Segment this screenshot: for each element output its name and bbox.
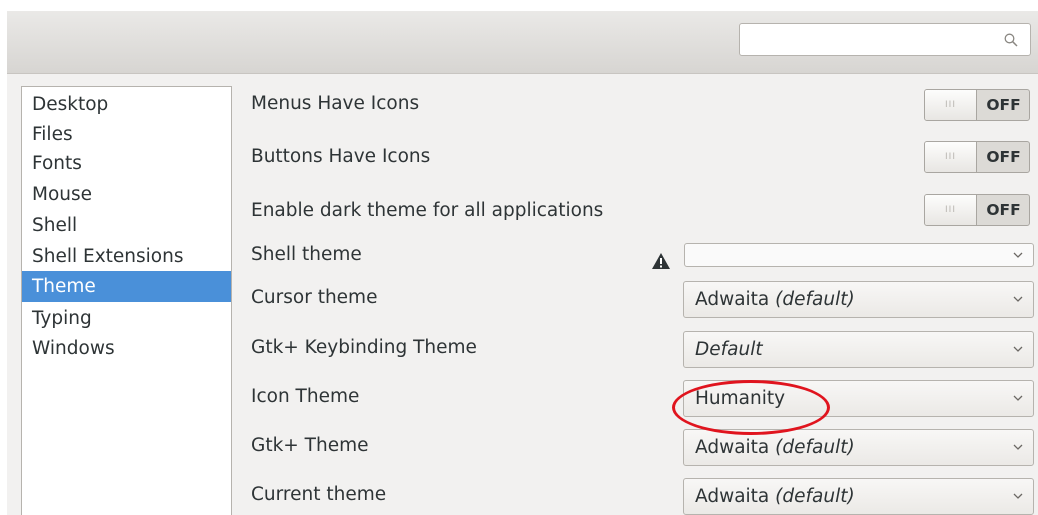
switch-state: OFF — [986, 96, 1021, 114]
icon-theme-label: Icon Theme — [251, 386, 360, 407]
header-bar — [7, 11, 1038, 74]
sidebar-item-shell-extensions[interactable]: Shell Extensions — [22, 241, 231, 272]
combo-value: Adwaita (default) — [695, 486, 855, 507]
combo-value: Default — [695, 339, 763, 360]
shell-theme-combo[interactable] — [684, 243, 1034, 267]
chevron-down-icon — [1013, 395, 1023, 401]
search-input[interactable] — [739, 23, 1031, 56]
shell-theme-label: Shell theme — [251, 244, 362, 265]
switch-grip: III — [925, 142, 977, 172]
combo-value: Adwaita (default) — [695, 437, 855, 458]
switch-state: OFF — [986, 148, 1021, 166]
switch-grip: III — [925, 90, 977, 120]
search-icon — [1004, 33, 1018, 47]
sidebar-item-typing[interactable]: Typing — [22, 303, 231, 334]
buttons-have-icons-switch[interactable]: III OFF — [924, 141, 1030, 173]
chevron-down-icon — [1013, 346, 1023, 352]
tweak-tool-window: Desktop Files Fonts Mouse Shell Shell Ex… — [7, 11, 1038, 515]
menus-have-icons-switch[interactable]: III OFF — [924, 89, 1030, 121]
keybinding-theme-combo[interactable]: Default — [683, 331, 1034, 368]
dark-theme-switch[interactable]: III OFF — [924, 194, 1030, 226]
sidebar-item-fonts[interactable]: Fonts — [22, 148, 231, 179]
combo-value: Humanity — [695, 388, 786, 409]
sidebar-item-files[interactable]: Files — [22, 119, 231, 150]
sidebar-item-theme[interactable]: Theme — [22, 271, 231, 302]
current-theme-label: Current theme — [251, 484, 387, 505]
keybinding-theme-label: Gtk+ Keybinding Theme — [251, 337, 477, 358]
sidebar-item-windows[interactable]: Windows — [22, 333, 231, 364]
switch-state: OFF — [986, 201, 1021, 219]
chevron-down-icon — [1013, 252, 1023, 258]
menus-have-icons-label: Menus Have Icons — [251, 93, 420, 114]
sidebar-item-desktop[interactable]: Desktop — [22, 89, 231, 120]
chevron-down-icon — [1013, 296, 1023, 302]
gtk-theme-combo[interactable]: Adwaita (default) — [683, 429, 1034, 466]
combo-value: Adwaita (default) — [695, 289, 855, 310]
switch-grip: III — [925, 195, 977, 225]
icon-theme-combo[interactable]: Humanity — [683, 380, 1034, 417]
current-theme-combo[interactable]: Adwaita (default) — [683, 478, 1034, 515]
warning-icon — [652, 253, 670, 269]
chevron-down-icon — [1013, 493, 1023, 499]
cursor-theme-label: Cursor theme — [251, 287, 378, 308]
buttons-have-icons-label: Buttons Have Icons — [251, 146, 431, 167]
chevron-down-icon — [1013, 444, 1023, 450]
dark-theme-label: Enable dark theme for all applications — [251, 200, 604, 221]
sidebar-item-mouse[interactable]: Mouse — [22, 179, 231, 210]
sidebar: Desktop Files Fonts Mouse Shell Shell Ex… — [21, 86, 232, 515]
gtk-theme-label: Gtk+ Theme — [251, 435, 369, 456]
cursor-theme-combo[interactable]: Adwaita (default) — [683, 281, 1034, 318]
sidebar-item-shell[interactable]: Shell — [22, 210, 231, 241]
